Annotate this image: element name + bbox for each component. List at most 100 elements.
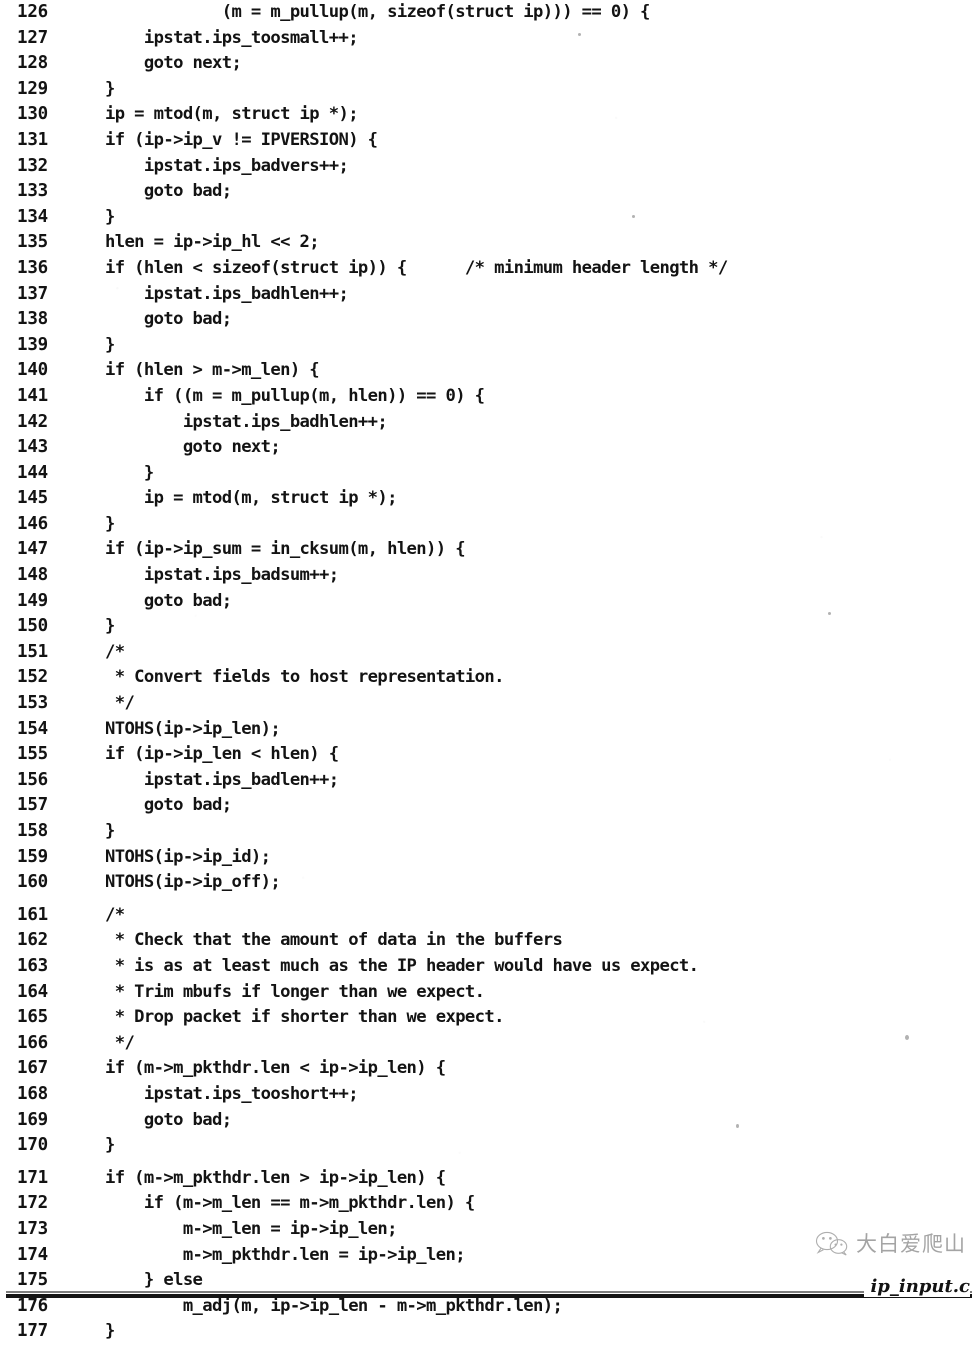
line-source: goto bad; [105, 795, 232, 816]
line-source: */ [105, 693, 135, 714]
line-source: goto bad; [105, 309, 232, 330]
code-line: 169 goto bad; [0, 1108, 978, 1134]
line-number: 127 [17, 27, 49, 48]
line-source: ipstat.ips_toosmall++; [105, 27, 359, 48]
line-source: } [105, 78, 115, 99]
line-source: /* [105, 641, 125, 662]
code-line: 164 * Trim mbufs if longer than we expec… [0, 980, 978, 1006]
line-source: if (hlen < sizeof(struct ip)) { /* minim… [105, 257, 728, 278]
line-number: 166 [17, 1032, 49, 1053]
line-source: ipstat.ips_badhlen++; [105, 283, 349, 304]
line-number: 151 [17, 641, 49, 662]
line-number: 152 [17, 667, 49, 688]
line-number: 154 [17, 718, 49, 739]
line-number: 129 [17, 78, 49, 99]
code-line: 140 if (hlen > m->m_len) { [0, 358, 978, 384]
line-source: } [105, 206, 115, 227]
line-number: 131 [17, 129, 49, 150]
line-number: 150 [17, 616, 49, 637]
line-number: 147 [17, 539, 49, 560]
line-number: 155 [17, 744, 49, 765]
line-number: 160 [17, 872, 49, 893]
code-line: 137 ipstat.ips_badhlen++; [0, 282, 978, 308]
line-number: 168 [17, 1083, 49, 1104]
line-source: ip = mtod(m, struct ip *); [105, 488, 398, 509]
line-source: } [105, 513, 115, 534]
line-source: } [105, 334, 115, 355]
line-source: /* [105, 904, 125, 925]
line-number: 161 [17, 904, 49, 925]
code-line: 177} [0, 1319, 978, 1345]
line-number: 144 [17, 462, 49, 483]
code-line: 126 (m = m_pullup(m, sizeof(struct ip)))… [0, 0, 978, 26]
line-number: 165 [17, 1007, 49, 1028]
code-line: 149 goto bad; [0, 589, 978, 615]
code-line: 156 ipstat.ips_badlen++; [0, 768, 978, 794]
code-line: 173 m->m_len = ip->ip_len; [0, 1217, 978, 1243]
line-source: hlen = ip->ip_hl << 2; [105, 232, 320, 253]
line-number: 142 [17, 411, 49, 432]
line-source: } [105, 821, 115, 841]
code-line: 170} [0, 1133, 978, 1159]
code-line: 162 * Check that the amount of data in t… [0, 928, 978, 954]
line-source: ipstat.ips_tooshort++; [105, 1083, 359, 1104]
line-number: 173 [17, 1218, 49, 1239]
line-number: 130 [17, 104, 49, 125]
line-number: 157 [17, 795, 49, 816]
line-source: } [105, 1321, 115, 1342]
code-line: 159 NTOHS(ip->ip_id); [0, 845, 978, 871]
code-line: 172 if (m->m_len == m->m_pkthdr.len) { [0, 1191, 978, 1217]
line-number: 167 [17, 1058, 49, 1079]
code-line: 174 m->m_pkthdr.len = ip->ip_len; [0, 1243, 978, 1269]
code-listing: 126 (m = m_pullup(m, sizeof(struct ip)))… [0, 0, 978, 1345]
line-source: } [105, 462, 154, 483]
code-line: 138 goto bad; [0, 307, 978, 333]
line-number: 143 [17, 437, 49, 458]
line-number: 174 [17, 1244, 49, 1265]
line-source: NTOHS(ip->ip_id); [105, 846, 271, 867]
code-line: 143 goto next; [0, 435, 978, 461]
line-source: ipstat.ips_badhlen++; [105, 411, 388, 432]
line-number: 146 [17, 513, 49, 534]
code-line: 160 NTOHS(ip->ip_off); [0, 870, 978, 896]
line-source: if ((m = m_pullup(m, hlen)) == 0) { [105, 385, 485, 406]
footer-rule [6, 1291, 972, 1298]
code-line: 151 /* [0, 640, 978, 666]
code-line: 161 /* [0, 903, 978, 929]
line-source: if (ip->ip_v != IPVERSION) { [105, 129, 378, 150]
line-source: } [105, 1135, 115, 1156]
line-number: 149 [17, 590, 49, 611]
line-number: 158 [17, 821, 49, 841]
line-source: goto bad; [105, 1109, 232, 1130]
line-source: * Convert fields to host representation. [105, 667, 505, 688]
line-source: * Drop packet if shorter than we expect. [105, 1007, 505, 1028]
line-number: 153 [17, 693, 49, 714]
page-footer: ip_input.c [0, 1276, 978, 1310]
code-line: 145 ip = mtod(m, struct ip *); [0, 486, 978, 512]
line-source: goto bad; [105, 181, 232, 202]
line-number: 145 [17, 488, 49, 509]
code-line: 147 if (ip->ip_sum = in_cksum(m, hlen)) { [0, 537, 978, 563]
line-number: 139 [17, 334, 49, 355]
line-source: ipstat.ips_badlen++; [105, 769, 339, 790]
code-line: 134} [0, 205, 978, 231]
code-line: 153 */ [0, 691, 978, 717]
line-number: 134 [17, 206, 49, 227]
line-number: 148 [17, 565, 49, 586]
line-number: 133 [17, 181, 49, 202]
line-source: } [105, 616, 115, 637]
code-line: 148 ipstat.ips_badsum++; [0, 563, 978, 589]
line-number: 170 [17, 1135, 49, 1156]
line-source: goto next; [105, 437, 281, 458]
line-number: 171 [17, 1167, 49, 1188]
code-line: 139} [0, 333, 978, 359]
code-line: 130 ip = mtod(m, struct ip *); [0, 102, 978, 128]
line-number: 128 [17, 53, 49, 74]
line-number: 140 [17, 360, 49, 381]
code-line: 171 if (m->m_pkthdr.len > ip->ip_len) { [0, 1166, 978, 1192]
line-source: * is as at least much as the IP header w… [105, 955, 699, 976]
line-source: m->m_len = ip->ip_len; [105, 1218, 398, 1239]
line-source: * Check that the amount of data in the b… [105, 930, 563, 951]
code-line: 150} [0, 614, 978, 640]
line-source: NTOHS(ip->ip_off); [105, 872, 281, 893]
